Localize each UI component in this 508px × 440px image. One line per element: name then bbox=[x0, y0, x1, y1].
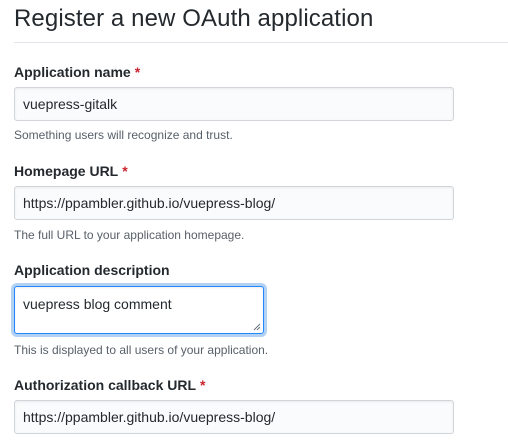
callback-url-value: https://ppambler.github.io/vuepress-blog… bbox=[23, 409, 276, 425]
description-label-text: Application description bbox=[14, 262, 170, 278]
callback-url-label-text: Authorization callback URL bbox=[14, 377, 197, 393]
required-marker: * bbox=[200, 377, 206, 393]
required-marker: * bbox=[122, 163, 128, 179]
resize-handle-icon[interactable] bbox=[253, 323, 261, 331]
homepage-url-label: Homepage URL * bbox=[14, 162, 128, 180]
description-label: Application description bbox=[14, 261, 170, 279]
page-title: Register a new OAuth application bbox=[14, 5, 374, 32]
callback-url-input[interactable]: https://ppambler.github.io/vuepress-blog… bbox=[14, 400, 454, 434]
app-name-input[interactable]: vuepress-gitalk bbox=[14, 87, 454, 121]
description-value: vuepress blog comment bbox=[23, 296, 172, 312]
homepage-url-label-text: Homepage URL bbox=[14, 163, 119, 179]
callback-url-label: Authorization callback URL * bbox=[14, 376, 205, 394]
app-name-label: Application name * bbox=[14, 63, 140, 81]
description-textarea[interactable]: vuepress blog comment bbox=[14, 286, 264, 334]
homepage-url-value: https://ppambler.github.io/vuepress-blog… bbox=[23, 195, 276, 211]
title-divider bbox=[14, 42, 508, 43]
homepage-url-input[interactable]: https://ppambler.github.io/vuepress-blog… bbox=[14, 186, 454, 220]
app-name-label-text: Application name bbox=[14, 64, 131, 80]
app-name-note: Something users will recognize and trust… bbox=[14, 128, 233, 142]
required-marker: * bbox=[134, 64, 141, 80]
description-note: This is displayed to all users of your a… bbox=[14, 343, 269, 357]
app-name-value: vuepress-gitalk bbox=[23, 96, 118, 112]
homepage-url-note: The full URL to your application homepag… bbox=[14, 228, 245, 242]
